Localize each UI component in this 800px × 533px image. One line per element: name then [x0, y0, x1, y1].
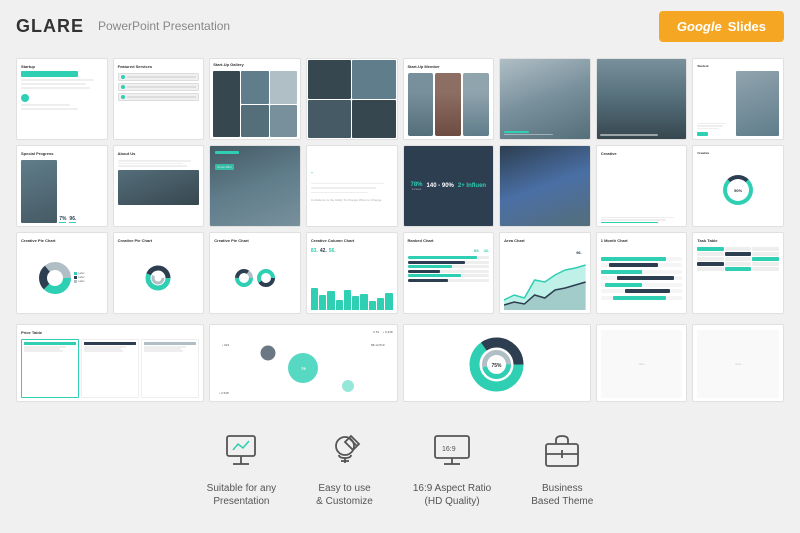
- slide-22: Area Chart 96.: [499, 232, 591, 314]
- slide-7: [596, 58, 688, 140]
- feature-customize: Easy to use& Customize: [316, 426, 373, 508]
- slide-21: Ranked Chart 85.42.: [403, 232, 495, 314]
- feature-hd: 16:9 16:9 Aspect Ratio(HD Quality): [413, 426, 491, 508]
- google-slides-badge: Google Slides: [659, 11, 784, 42]
- slide-12: " Confidence is the Ability To Change Wh…: [306, 145, 398, 227]
- slide-20: Creative Column Chart 83. 42. 56.: [306, 232, 398, 314]
- slide-2: Featured Services: [113, 58, 205, 140]
- feature-customize-label: Easy to use& Customize: [316, 482, 373, 508]
- google-logo-text: Google: [677, 19, 722, 34]
- slide-29: slide: [692, 324, 784, 402]
- slide-5: Start-Up Member: [403, 58, 495, 140]
- slide-19: Creative Pie Chart: [209, 232, 301, 314]
- slide-11: Know Who: [209, 145, 301, 227]
- slide-17: Creative Pie Chart Label Label Label: [16, 232, 108, 314]
- feature-presentation-label: Suitable for anyPresentation: [207, 482, 277, 508]
- features-row: Suitable for anyPresentation Easy to use…: [0, 408, 800, 508]
- slide-10: About Us: [113, 145, 205, 227]
- slide-3: Start-Up Gallery: [209, 58, 301, 140]
- feature-business-label: BusinessBased Theme: [531, 482, 593, 508]
- feature-hd-label: 16:9 Aspect Ratio(HD Quality): [413, 482, 491, 508]
- feature-presentation: Suitable for anyPresentation: [207, 426, 277, 508]
- slides-grid: Startup Featured Services: [0, 52, 800, 324]
- customize-icon: [321, 426, 369, 474]
- slide-14: [499, 145, 591, 227]
- slide-26: ≡ 51 • 9,348 • 923 $$ 12,519 • 2,548 79: [209, 324, 397, 402]
- slide-25: Price Table: [16, 324, 204, 402]
- slide-13: 78% Increase 140 - 90% 2+ Influen: [403, 145, 495, 227]
- slide-6: [499, 58, 591, 140]
- slide-23: 1 Month Chart: [596, 232, 688, 314]
- slide-15: Creative: [596, 145, 688, 227]
- brand-name: GLARE: [16, 16, 84, 37]
- feature-business: BusinessBased Theme: [531, 426, 593, 508]
- presentation-icon: [217, 426, 265, 474]
- slide-27: 75%: [403, 324, 591, 402]
- slide-16: Creative 50%: [692, 145, 784, 227]
- slide-18: Creative Pie Chart: [113, 232, 205, 314]
- slide-1: Startup: [16, 58, 108, 140]
- header-left: GLARE PowerPoint Presentation: [16, 16, 230, 37]
- slides-text: Slides: [728, 19, 766, 34]
- svg-text:16:9: 16:9: [442, 446, 456, 453]
- monitor-icon: 16:9: [428, 426, 476, 474]
- briefcase-icon: [538, 426, 586, 474]
- slide-4: [306, 58, 398, 140]
- slide-9: Special Progress 7% 96.: [16, 145, 108, 227]
- slide-8: Student: [692, 58, 784, 140]
- header: GLARE PowerPoint Presentation Google Sli…: [0, 0, 800, 52]
- subtitle: PowerPoint Presentation: [98, 19, 230, 33]
- slide-24: Task Table: [692, 232, 784, 314]
- svg-text:75%: 75%: [492, 363, 503, 369]
- slide-28: slide: [596, 324, 688, 402]
